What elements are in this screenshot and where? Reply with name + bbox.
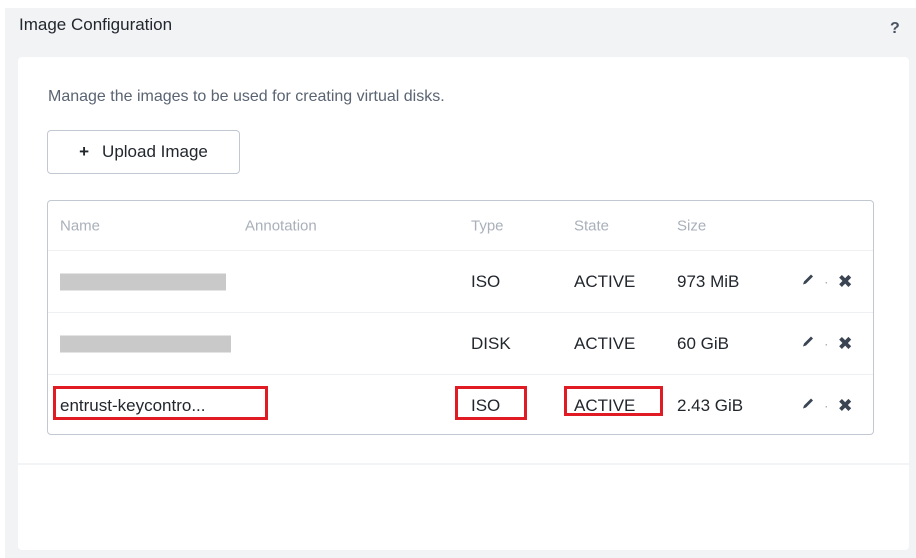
- action-separator: ·: [824, 335, 829, 352]
- image-size: 2.43 GiB: [677, 395, 744, 415]
- table-header: Name Annotation Type State Size: [48, 201, 873, 251]
- pencil-icon[interactable]: [801, 272, 815, 292]
- highlight-box-state: [564, 386, 663, 416]
- image-state: ACTIVE: [574, 271, 636, 291]
- row-actions: · ✖: [801, 271, 853, 292]
- image-state: ACTIVE: [574, 333, 636, 353]
- image-size: 973 MiB: [677, 271, 740, 291]
- pencil-icon[interactable]: [801, 334, 815, 354]
- column-header-annotation[interactable]: Annotation: [245, 218, 317, 235]
- table-row: DISK ACTIVE 60 GiB · ✖: [48, 312, 873, 374]
- table-row: ISO ACTIVE 973 MiB · ✖: [48, 250, 873, 312]
- column-header-state[interactable]: State: [574, 218, 609, 235]
- action-separator: ·: [824, 273, 829, 290]
- column-header-type[interactable]: Type: [471, 218, 504, 235]
- upload-image-label: Upload Image: [102, 142, 208, 161]
- image-size: 60 GiB: [677, 333, 729, 353]
- upload-image-button[interactable]: + Upload Image: [47, 130, 240, 174]
- panel-title: Image Configuration: [19, 15, 173, 34]
- row-actions: · ✖: [801, 395, 853, 416]
- pencil-icon[interactable]: [801, 396, 815, 416]
- image-name-redacted: [60, 335, 231, 352]
- image-name-redacted: [60, 273, 226, 290]
- plus-icon: +: [79, 142, 90, 161]
- action-separator: ·: [824, 397, 829, 414]
- image-configuration-panel: Image Configuration ? Manage the images …: [5, 8, 916, 558]
- column-header-name[interactable]: Name: [60, 218, 100, 235]
- images-table: Name Annotation Type State Size ISO ACTI…: [47, 200, 874, 435]
- highlight-box-name: [53, 386, 268, 420]
- image-type: DISK: [471, 333, 511, 353]
- close-icon[interactable]: ✖: [838, 395, 853, 416]
- section-divider: [18, 463, 909, 465]
- panel-description: Manage the images to be used for creatin…: [48, 88, 445, 105]
- table-row: entrust-keycontro... ISO ACTIVE 2.43 GiB…: [48, 374, 873, 436]
- image-type: ISO: [471, 271, 501, 291]
- close-icon[interactable]: ✖: [838, 333, 853, 354]
- column-header-size[interactable]: Size: [677, 218, 706, 235]
- highlight-box-type: [455, 386, 527, 420]
- row-actions: · ✖: [801, 333, 853, 354]
- panel-card: Manage the images to be used for creatin…: [18, 57, 909, 550]
- help-icon[interactable]: ?: [890, 20, 900, 38]
- close-icon[interactable]: ✖: [838, 271, 853, 292]
